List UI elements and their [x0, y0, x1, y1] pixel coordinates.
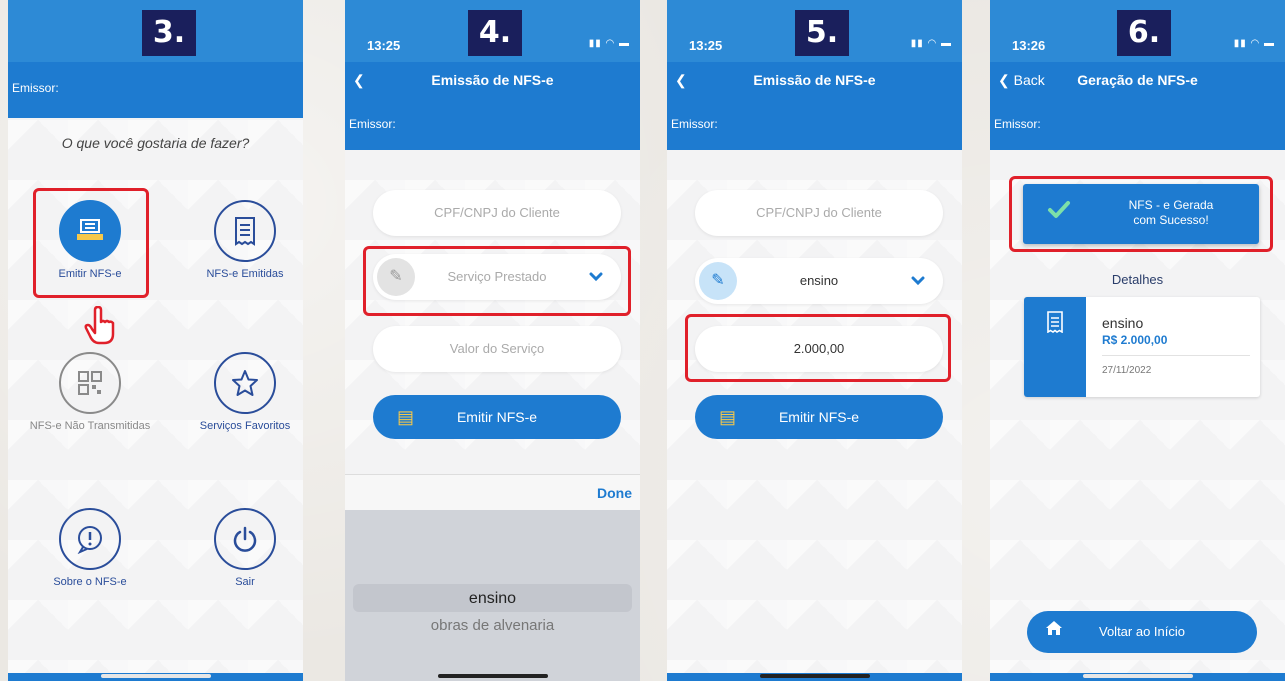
menu-label: Emitir NFS-e	[58, 268, 122, 280]
service-placeholder: Serviço Prestado	[447, 269, 547, 284]
step-badge-6: 6.	[1117, 10, 1171, 56]
phone-screen-geracao: 13:26 ▮▮ ◠ ▬ ❮ Back Geração de NFS-e Emi…	[990, 0, 1285, 681]
nav-bar: ❮ Emissão de NFS-e	[345, 62, 640, 98]
emit-label: Emitir NFS-e	[778, 409, 860, 425]
pencil-icon: ✎	[377, 258, 415, 296]
check-icon	[1047, 200, 1071, 226]
details-title: Detalhes	[1111, 272, 1164, 287]
success-message: NFS - e Gerada com Sucesso!	[1093, 198, 1249, 228]
emit-button[interactable]: ▤ Emitir NFS-e	[695, 395, 943, 439]
emissor-label: Emissor:	[994, 117, 1041, 131]
step-badge-5: 5.	[795, 10, 849, 56]
menu-servicos-favoritos[interactable]: Serviços Favoritos	[180, 352, 303, 432]
done-button[interactable]: Done	[597, 475, 632, 511]
divider	[1102, 355, 1250, 356]
signal-wifi-battery-icon: ▮▮ ◠ ▬	[1233, 38, 1275, 49]
signal-wifi-battery-icon: ▮▮ ◠ ▬	[588, 38, 630, 49]
emissor-bar: Emissor:	[345, 98, 640, 150]
phone-screen-emissao-2: 13:25 ▮▮ ◠ ▬ ❮ Emissão de NFS-e Emissor:…	[667, 0, 962, 681]
pointing-hand-icon	[83, 305, 117, 355]
qr-code-icon	[59, 352, 121, 414]
success-card: NFS - e Gerada com Sucesso!	[1023, 184, 1259, 244]
phone-screen-home: Emissor: O que você gostaria de fazer? E…	[8, 0, 303, 681]
emit-button[interactable]: ▤ Emitir NFS-e	[373, 395, 621, 439]
amount-input[interactable]: 2.000,00	[695, 326, 943, 372]
receipt-icon	[1024, 297, 1086, 397]
step-badge-3: 3.	[142, 10, 196, 56]
nav-title: Geração de NFS-e	[1077, 72, 1198, 88]
menu-nfse-emitidas[interactable]: NFS-e Emitidas	[180, 200, 303, 280]
emissor-bar: Emissor:	[8, 62, 303, 118]
printer-receipt-icon: ▤	[397, 407, 415, 427]
step-badge-4: 4.	[468, 10, 522, 56]
printer-receipt-icon: ▤	[719, 407, 737, 427]
emissor-bar: Emissor:	[667, 98, 962, 150]
status-time: 13:26	[1012, 38, 1046, 53]
home-indicator	[759, 674, 870, 678]
star-icon	[214, 352, 276, 414]
home-indicator	[437, 674, 548, 678]
emissor-label: Emissor:	[671, 117, 718, 131]
home-icon	[1045, 611, 1063, 653]
detail-service-name: ensino	[1102, 315, 1144, 331]
menu-label: NFS-e Emitidas	[206, 268, 284, 280]
emissor-bar: Emissor:	[990, 98, 1285, 150]
back-to-home-label: Voltar ao Início	[1099, 624, 1185, 639]
receipt-icon	[214, 200, 276, 262]
home-question: O que você gostaria de fazer?	[61, 135, 250, 151]
menu-nfse-nao-transmitidas[interactable]: NFS-e Não Transmitidas	[25, 352, 155, 432]
signal-wifi-battery-icon: ▮▮ ◠ ▬	[910, 38, 952, 49]
nav-title: Emissão de NFS-e	[431, 72, 554, 88]
menu-label: Serviços Favoritos	[199, 420, 291, 432]
cpf-cnpj-input[interactable]: CPF/CNPJ do Cliente	[373, 190, 621, 236]
home-indicator	[100, 674, 211, 678]
menu-emitir-nfse[interactable]: Emitir NFS-e	[25, 200, 155, 280]
status-time: 13:25	[689, 38, 723, 53]
menu-sobre-nfse[interactable]: Sobre o NFS-e	[25, 508, 155, 588]
menu-sair[interactable]: Sair	[180, 508, 303, 588]
service-value-input[interactable]: Valor do Serviço	[373, 326, 621, 372]
nfse-detail-card[interactable]: ensino R$ 2.000,00 27/11/2022	[1024, 297, 1260, 397]
service-select[interactable]: ✎ Serviço Prestado	[373, 254, 621, 300]
nav-title: Emissão de NFS-e	[753, 72, 876, 88]
service-value: ensino	[799, 273, 839, 288]
emissor-label: Emissor:	[12, 81, 59, 95]
menu-label: Sair	[235, 576, 255, 588]
pencil-icon: ✎	[699, 262, 737, 300]
picker-toolbar: Done	[345, 474, 640, 510]
cpf-cnpj-input[interactable]: CPF/CNPJ do Cliente	[695, 190, 943, 236]
detail-amount: R$ 2.000,00	[1102, 333, 1168, 347]
emit-label: Emitir NFS-e	[456, 409, 538, 425]
printer-receipt-icon	[59, 200, 121, 262]
detail-date: 27/11/2022	[1102, 365, 1152, 376]
chevron-down-icon	[589, 254, 603, 300]
picker-option[interactable]: obras de alvenaria	[345, 617, 640, 634]
success-line-1: NFS - e Gerada	[1128, 198, 1214, 212]
status-time: 13:25	[367, 38, 401, 53]
info-chat-icon	[59, 508, 121, 570]
emissor-label: Emissor:	[349, 117, 396, 131]
nav-bar: ❮ Back Geração de NFS-e	[990, 62, 1285, 98]
phone-screen-emissao-1: 13:25 ▮▮ ◠ ▬ ❮ Emissão de NFS-e Emissor:…	[345, 0, 640, 681]
home-indicator	[1082, 674, 1193, 678]
nav-bar: ❮ Emissão de NFS-e	[667, 62, 962, 98]
success-line-2: com Sucesso!	[1133, 213, 1209, 227]
power-icon	[214, 508, 276, 570]
picker-option[interactable]: ensino	[345, 590, 640, 608]
back-to-home-button[interactable]: Voltar ao Início	[1027, 611, 1257, 653]
menu-label: NFS-e Não Transmitidas	[29, 420, 151, 432]
service-select[interactable]: ✎ ensino	[695, 258, 943, 304]
chevron-down-icon	[911, 258, 925, 304]
menu-label: Sobre o NFS-e	[53, 576, 127, 588]
